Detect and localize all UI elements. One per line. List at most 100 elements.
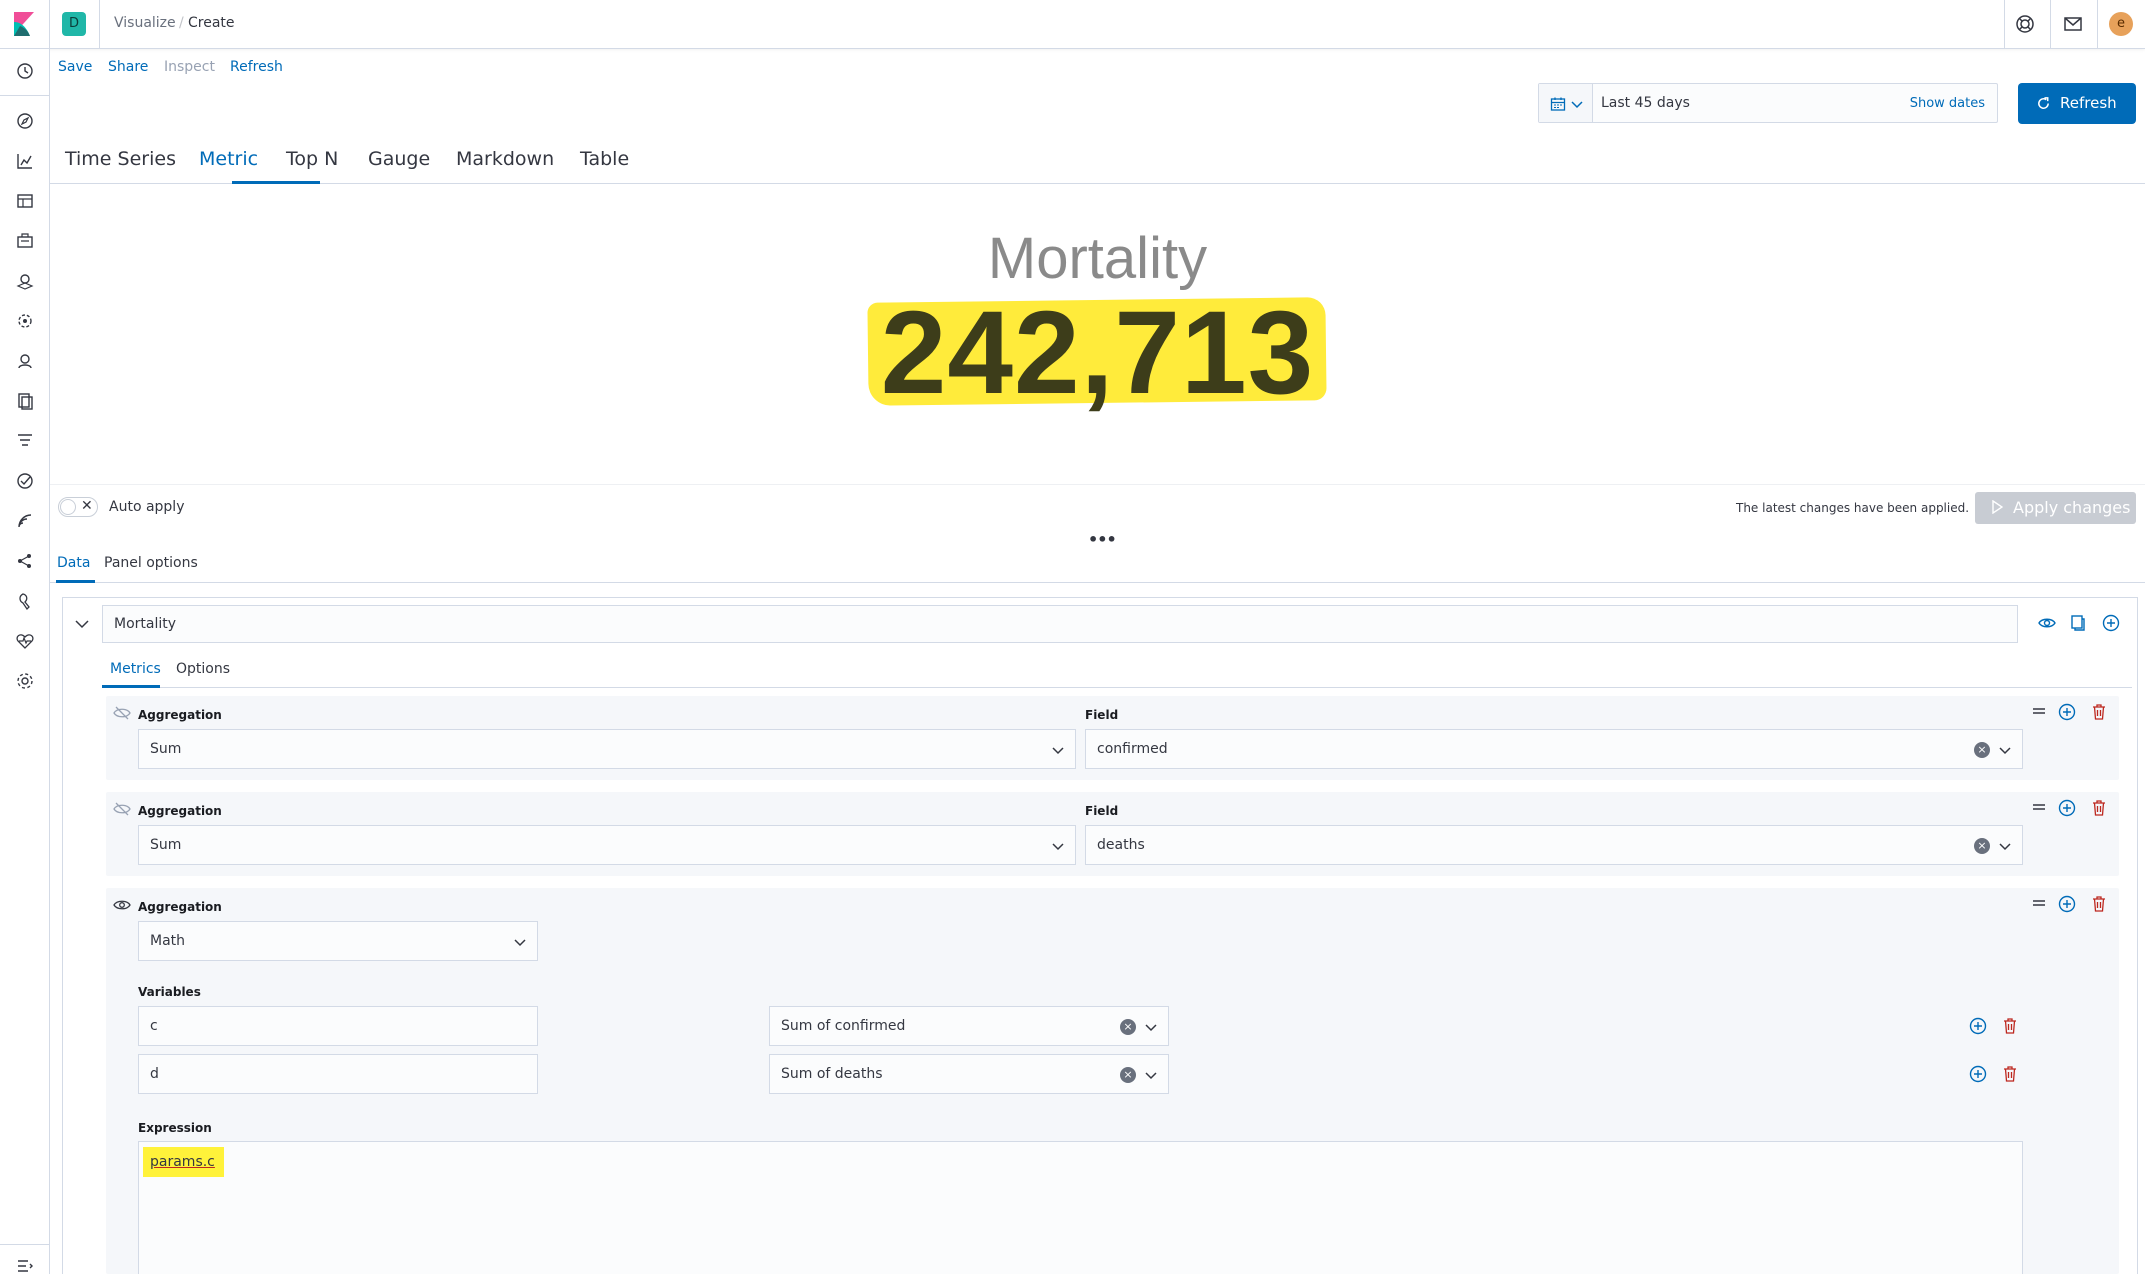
tab-table[interactable]: Table [580,148,629,170]
field-select[interactable]: deaths × [1085,825,2023,865]
variable-name-input[interactable]: d [138,1054,538,1094]
visualize-icon[interactable] [15,151,35,171]
chevron-down-icon [1145,1072,1157,1080]
add-series-icon[interactable] [2102,614,2120,632]
kibana-logo-icon[interactable] [14,12,36,36]
trash-icon[interactable] [2090,895,2108,913]
discover-icon[interactable] [15,111,35,131]
user-avatar[interactable]: e [2109,12,2133,36]
collapse-nav-icon[interactable] [15,1256,35,1274]
mail-icon[interactable] [2062,13,2084,35]
infrastructure-icon[interactable] [15,351,35,371]
editor-divider [50,484,2145,485]
expression-editor[interactable] [138,1141,2023,1274]
field-label: Field [1085,804,1119,818]
variable-metric-value: Sum of confirmed [781,1018,906,1034]
eye-closed-icon[interactable] [113,800,131,818]
drag-handle-icon[interactable] [2030,702,2048,720]
active-tab-indicator [102,685,160,688]
header-divider [2004,0,2005,49]
dev-tools-icon[interactable] [15,591,35,611]
tab-panel-options[interactable]: Panel options [104,555,198,571]
clear-icon[interactable]: × [1974,742,1990,758]
trash-icon[interactable] [2001,1065,2019,1083]
dashboard-icon[interactable] [15,191,35,211]
quick-select-button[interactable] [1539,84,1593,122]
tab-metrics[interactable]: Metrics [110,661,161,677]
aggregation-value: Math [150,933,186,949]
tab-gauge[interactable]: Gauge [368,148,430,170]
inspect-link: Inspect [164,59,215,75]
breadcrumb-visualize[interactable]: Visualize [114,15,176,31]
logs-icon[interactable] [15,391,35,411]
uptime-icon[interactable] [15,471,35,491]
eye-icon[interactable] [113,896,131,914]
variable-name-input[interactable]: c [138,1006,538,1046]
graph-icon[interactable] [15,551,35,571]
apply-changes-label: Apply changes [2013,498,2131,517]
aggregation-select[interactable]: Sum [138,729,1076,769]
drag-handle-icon[interactable] [2030,894,2048,912]
trash-icon[interactable] [2001,1017,2019,1035]
variable-metric-select[interactable]: Sum of confirmed × [769,1006,1169,1046]
aggregation-select[interactable]: Sum [138,825,1076,865]
recently-viewed-icon[interactable] [15,61,35,81]
add-variable-icon[interactable] [1969,1017,1987,1035]
add-metric-icon[interactable] [2058,799,2076,817]
active-tab-indicator [232,181,320,184]
field-value: deaths [1097,837,1145,853]
tab-time-series[interactable]: Time Series [65,148,176,170]
management-gear-icon[interactable] [15,671,35,691]
clear-icon[interactable]: × [1120,1019,1136,1035]
clear-icon[interactable]: × [1974,838,1990,854]
tab-markdown[interactable]: Markdown [456,148,554,170]
clear-icon[interactable]: × [1120,1067,1136,1083]
auto-apply-toggle[interactable]: ✕ [58,497,98,517]
chevron-down-icon [1571,101,1583,109]
chevron-down-icon [1999,747,2011,755]
series-label-input[interactable]: Mortality [102,605,2018,643]
tab-metric[interactable]: Metric [199,148,258,170]
space-avatar[interactable]: D [62,12,86,36]
header-divider [49,0,50,49]
siem-icon[interactable] [15,511,35,531]
save-link[interactable]: Save [58,59,92,75]
applied-status-message: The latest changes have been applied. [1736,501,1970,515]
add-metric-icon[interactable] [2058,895,2076,913]
help-icon[interactable] [2014,13,2036,35]
maps-icon[interactable] [15,271,35,291]
apm-icon[interactable] [15,431,35,451]
add-metric-icon[interactable] [2058,703,2076,721]
refresh-link[interactable]: Refresh [230,59,283,75]
tab-data[interactable]: Data [57,555,90,571]
machine-learning-icon[interactable] [15,311,35,331]
field-select[interactable]: confirmed × [1085,729,2023,769]
chevron-down-icon[interactable] [72,614,92,634]
resize-handle[interactable]: ••• [1088,530,1117,549]
refresh-button[interactable]: Refresh [2018,83,2136,124]
aggregation-select[interactable]: Math [138,921,538,961]
auto-apply-label: Auto apply [109,499,185,515]
stack-monitoring-icon[interactable] [15,631,35,651]
field-label: Field [1085,708,1119,722]
tab-options[interactable]: Options [176,661,230,677]
variable-metric-select[interactable]: Sum of deaths × [769,1054,1169,1094]
canvas-icon[interactable] [15,231,35,251]
copy-icon[interactable] [2069,614,2087,632]
aggregation-value: Sum [150,741,182,757]
expression-text[interactable]: params.c [150,1154,215,1170]
trash-icon[interactable] [2090,703,2108,721]
header-divider [2050,0,2051,49]
eye-closed-icon[interactable] [113,704,131,722]
tab-top-n[interactable]: Top N [286,148,338,170]
drag-handle-icon[interactable] [2030,798,2048,816]
series-tabs: Metrics Options [102,658,2132,688]
variable-metric-value: Sum of deaths [781,1066,883,1082]
share-link[interactable]: Share [108,59,148,75]
visualization-type-tabs: Time Series Metric Top N Gauge Markdown … [50,140,2145,184]
trash-icon[interactable] [2090,799,2108,817]
add-variable-icon[interactable] [1969,1065,1987,1083]
eye-icon[interactable] [2038,614,2056,632]
time-range-label[interactable]: Last 45 days [1601,95,1690,111]
show-dates-link[interactable]: Show dates [1910,96,1985,111]
